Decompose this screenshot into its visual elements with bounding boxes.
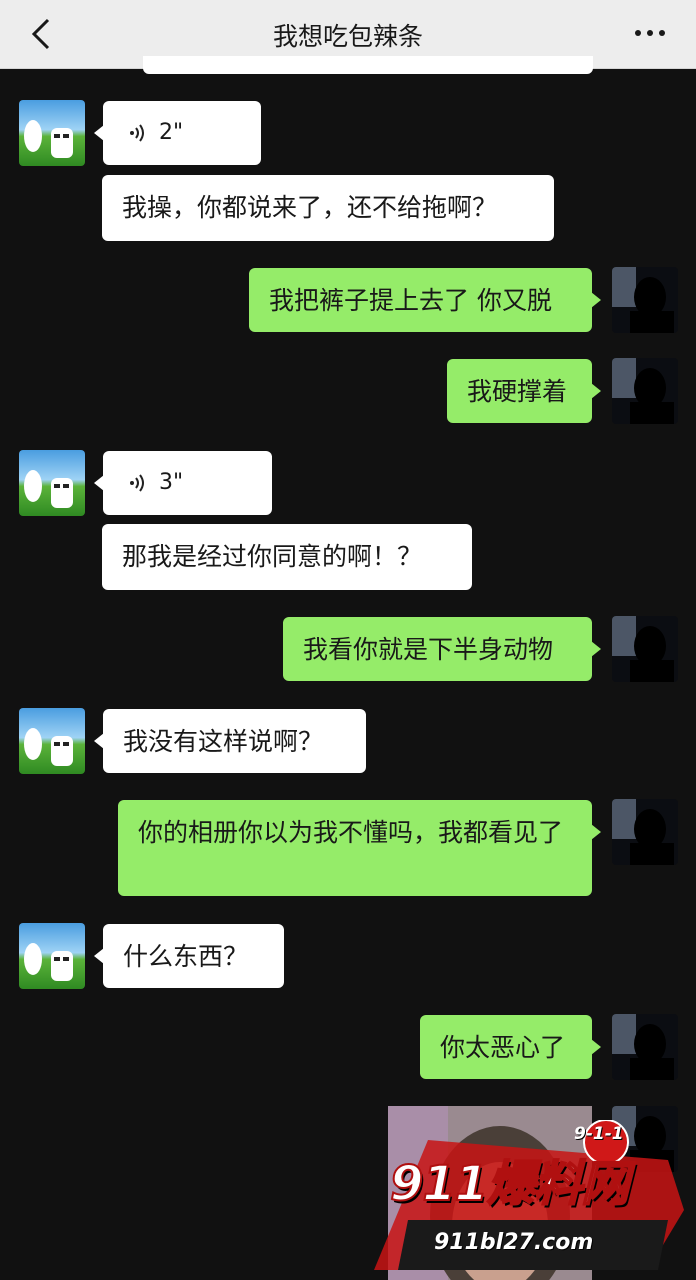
message-text: 那我是经过你同意的啊！？ (122, 542, 423, 571)
voice-message[interactable]: 2" (94, 101, 261, 165)
message-bubble[interactable]: 那我是经过你同意的啊！？ (102, 524, 472, 590)
voice-message[interactable]: 3" (94, 451, 272, 515)
message-bubble[interactable]: 我操，你都说来了，还不给拖啊？ (102, 175, 554, 241)
my-avatar[interactable] (612, 267, 678, 333)
message-text: 我把裤子提上去了 你又脱 (269, 286, 552, 315)
voice-duration: 2" (159, 120, 184, 145)
my-avatar[interactable] (612, 1014, 678, 1080)
contact-avatar[interactable] (19, 450, 85, 516)
message-bubble[interactable]: 我没有这样说啊？ (94, 709, 366, 773)
my-avatar[interactable] (612, 799, 678, 865)
message-bubble[interactable]: 什么东西？ (94, 924, 284, 988)
message-bubble[interactable]: 你太恶心了 (420, 1015, 601, 1079)
chat-title: 我想吃包辣条 (272, 22, 423, 51)
message-bubble[interactable]: 我硬撑着 (447, 359, 601, 423)
message-text: 我没有这样说啊？ (123, 727, 324, 756)
message-text: 我操，你都说来了，还不给拖啊？ (122, 193, 498, 222)
watermark-logo: 911爆料网 911bl27.com 9-1-1 (368, 1120, 690, 1278)
message-text: 你太恶心了 (440, 1033, 566, 1062)
message-bubble[interactable]: 我看你就是下半身动物 (283, 617, 601, 681)
partial-bubble (143, 56, 593, 74)
watermark-url: 911bl27.com (434, 1230, 594, 1255)
message-text: 我硬撑着 (467, 377, 568, 406)
voice-wave-icon (130, 474, 144, 492)
contact-avatar[interactable] (19, 923, 85, 989)
voice-wave-icon (130, 124, 144, 142)
watermark-text: 911爆料网 (389, 1155, 630, 1213)
message-text: 什么东西？ (123, 942, 249, 971)
message-text: 我看你就是下半身动物 (303, 635, 554, 664)
voice-duration: 3" (159, 470, 184, 495)
my-avatar[interactable] (612, 616, 678, 682)
contact-avatar[interactable] (19, 708, 85, 774)
message-text: 你的相册你以为我不懂吗，我都看见了 (138, 818, 564, 847)
more-dots-icon[interactable] (630, 18, 670, 48)
watermark-badge: 9-1-1 (574, 1124, 624, 1144)
message-bubble[interactable]: 我把裤子提上去了 你又脱 (249, 268, 601, 332)
contact-avatar[interactable] (19, 100, 85, 166)
my-avatar[interactable] (612, 358, 678, 424)
message-bubble[interactable]: 你的相册你以为我不懂吗，我都看见了 (118, 800, 601, 896)
